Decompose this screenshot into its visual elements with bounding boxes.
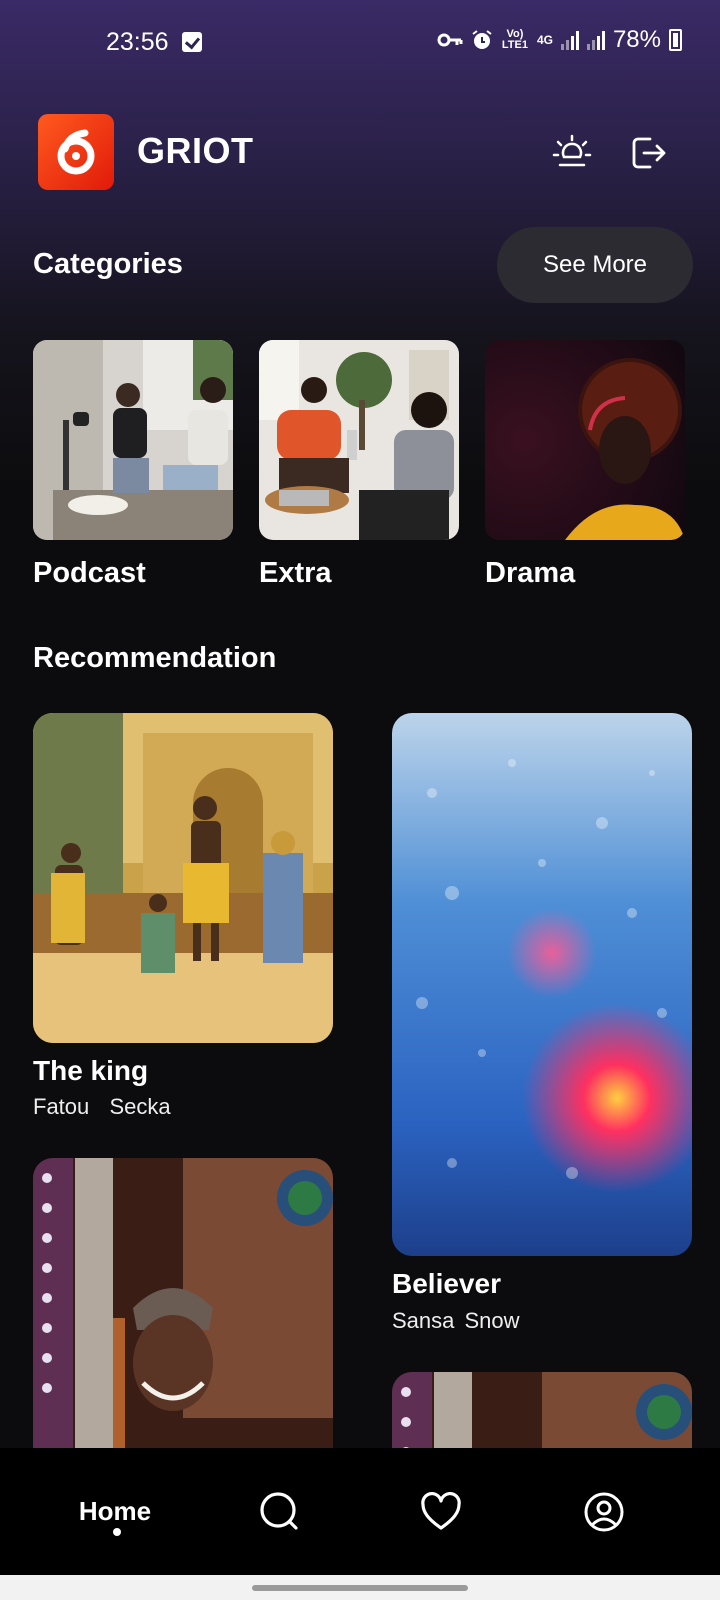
recommendation-title: Recommendation — [33, 642, 277, 674]
the-king-artwork — [33, 713, 333, 1043]
category-card-extra[interactable] — [259, 340, 459, 540]
alarm-icon — [472, 30, 492, 49]
logout-icon — [632, 137, 666, 169]
profile-icon — [584, 1492, 624, 1531]
status-icons: Vo) LTE1 4G 78% — [437, 26, 682, 54]
griot-logo-icon — [57, 129, 95, 175]
sun-icon — [552, 134, 592, 167]
category-card-drama[interactable] — [485, 340, 685, 540]
nav-home-label: Home — [78, 1496, 152, 1526]
drama-thumbnail — [485, 340, 685, 540]
signal-strength-icon-2 — [586, 30, 605, 50]
recommendation-card-believer[interactable] — [392, 713, 692, 1256]
battery-icon — [669, 29, 682, 51]
notification-check-icon — [182, 32, 202, 52]
recommendation-title-the-king: The king — [33, 1055, 149, 1086]
category-label-extra: Extra — [259, 557, 332, 589]
extra-thumbnail — [259, 340, 459, 540]
heart-icon — [421, 1491, 461, 1530]
search-icon — [260, 1491, 298, 1530]
recommendation-artist-the-king: Fatou Secka — [33, 1094, 171, 1119]
nav-active-indicator — [113, 1528, 121, 1536]
bottom-navigation: Home — [0, 1448, 720, 1575]
believer-artwork — [392, 713, 692, 1256]
nav-favorites[interactable] — [401, 1448, 481, 1575]
network-volte-label: Vo) LTE1 — [501, 28, 528, 51]
categories-title: Categories — [33, 248, 183, 280]
app-name: GRIOT — [137, 130, 254, 171]
logout-button[interactable] — [625, 130, 671, 176]
battery-percentage: 78% — [612, 26, 661, 53]
status-bar: 23:56 Vo) LTE1 4G 78% — [0, 0, 720, 90]
gesture-handle[interactable] — [252, 1585, 468, 1591]
recommendation-title-believer: Believer — [392, 1268, 501, 1299]
see-more-button[interactable]: See More — [497, 227, 693, 303]
category-label-drama: Drama — [485, 557, 576, 589]
nav-profile[interactable] — [564, 1448, 644, 1575]
status-time: 23:56 — [106, 28, 169, 56]
vpn-key-icon — [437, 33, 463, 47]
podcast-thumbnail — [33, 340, 233, 540]
signal-strength-icon — [560, 30, 579, 50]
category-label-podcast: Podcast — [33, 557, 146, 589]
recommendation-card-kora-player[interactable] — [33, 1158, 333, 1478]
theme-toggle-button[interactable] — [549, 130, 595, 176]
category-card-podcast[interactable] — [33, 340, 233, 540]
nav-home[interactable]: Home — [50, 1448, 180, 1575]
recommendation-card-the-king[interactable] — [33, 713, 333, 1043]
app-logo — [38, 114, 114, 190]
nav-search[interactable] — [240, 1448, 320, 1575]
network-type-label: 4G — [536, 33, 553, 47]
system-gesture-area — [0, 1575, 720, 1600]
recommendation-artist-believer: Sansa Snow — [392, 1308, 520, 1333]
kora-player-artwork — [33, 1158, 333, 1478]
